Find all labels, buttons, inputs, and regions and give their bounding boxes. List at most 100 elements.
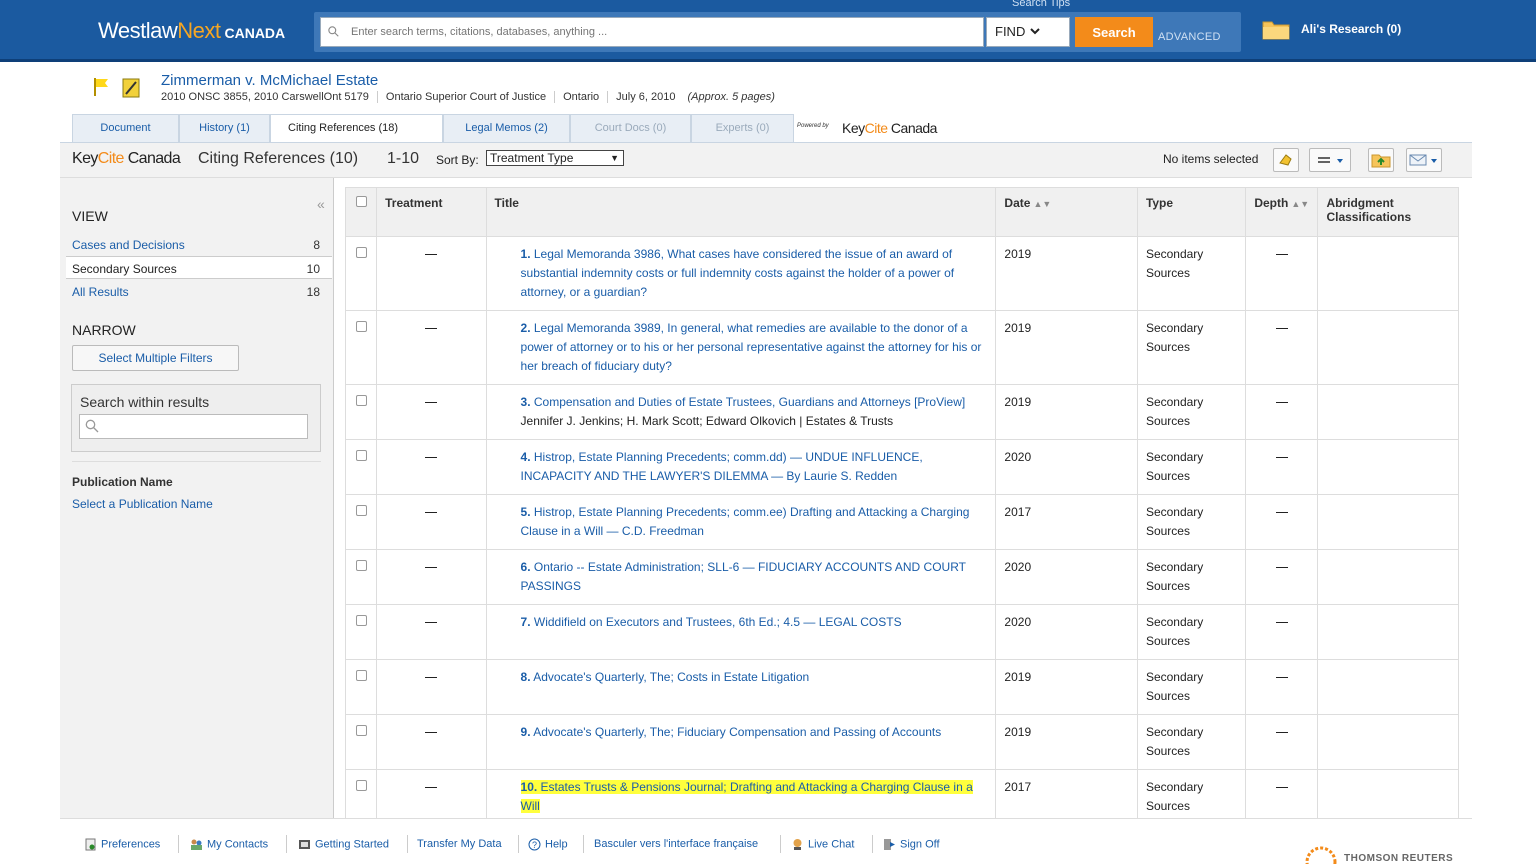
annotate-icon[interactable] [122, 77, 140, 99]
title-text: 2. Legal Memoranda 3989, In general, wha… [521, 321, 982, 373]
result-title-link[interactable]: Advocate's Quarterly, The; Fiduciary Com… [533, 725, 941, 739]
table-row: 2. Legal Memoranda 3989, In general, wha… [344, 310, 1459, 385]
sort-select[interactable]: Treatment Type ▼ [486, 150, 624, 166]
date-cell: 2019 [995, 384, 1138, 440]
row-checkbox[interactable] [355, 247, 367, 258]
result-title-link[interactable]: Estates Trusts & Pensions Journal; Draft… [521, 780, 973, 813]
row-checkbox[interactable] [355, 505, 367, 516]
row-checkbox[interactable] [355, 395, 367, 406]
no-treatment-indicator [425, 787, 438, 789]
document-title[interactable]: Zimmerman v. McMichael Estate [161, 72, 378, 89]
depth-cell [1245, 549, 1319, 605]
westlaw-logo[interactable]: WestlawNext CANADA [98, 18, 285, 44]
select-all-checkbox[interactable] [355, 196, 367, 207]
keycite-canada-logo: KeyCite Canada [842, 120, 937, 136]
footer-separator [518, 835, 519, 853]
title-text: 1. Legal Memoranda 3986, What cases have… [521, 247, 955, 299]
date-cell: 2020 [995, 439, 1138, 495]
result-title-link[interactable]: Widdifield on Executors and Trustees, 6t… [534, 615, 902, 629]
footer-french-interface[interactable]: Basculer vers l'interface française [594, 838, 758, 850]
result-number: 10. [520, 780, 538, 794]
row-checkbox[interactable] [355, 321, 367, 332]
footer-transfer-my-data[interactable]: Transfer My Data [417, 838, 502, 850]
contacts-icon [191, 839, 202, 850]
sort-icon[interactable]: ▲▼ [1033, 199, 1051, 209]
search-button[interactable]: Search [1075, 17, 1153, 47]
title-cell: 10. Estates Trusts & Pensions Journal; D… [485, 769, 997, 825]
list-options-button[interactable] [1309, 148, 1351, 172]
result-title-link[interactable]: Legal Memoranda 3986, What cases have co… [521, 247, 955, 299]
result-number: 8. [520, 670, 531, 684]
results-toolbar: KeyCite Canada Citing References (10) 1-… [60, 142, 1472, 178]
footer-live-chat[interactable]: Live Chat [791, 838, 854, 851]
result-number: 7. [520, 615, 531, 629]
result-number: 5. [520, 505, 531, 519]
sidebar-item-secondary-sources[interactable]: Secondary Sources 10 [66, 256, 332, 279]
select-publication-link[interactable]: Select a Publication Name [72, 497, 213, 511]
footer-separator [872, 835, 873, 853]
find-dropdown[interactable]: FIND [986, 17, 1070, 47]
column-depth[interactable]: Depth ▲▼ [1245, 187, 1319, 237]
tab-citing-references[interactable]: Citing References (18)▼ [270, 114, 634, 142]
research-folder-link[interactable]: Ali's Research (0) [1301, 22, 1401, 36]
title-text: 5. Histrop, Estate Planning Precedents; … [521, 505, 970, 538]
row-checkbox[interactable] [355, 780, 367, 791]
row-checkbox[interactable] [355, 725, 367, 736]
document-date: July 6, 2010 [607, 91, 684, 103]
type-cell: Secondary Sources [1136, 604, 1247, 660]
tab-legal-memos[interactable]: Legal Memos (2) [443, 114, 570, 142]
footer-preferences[interactable]: Preferences [84, 838, 160, 851]
title-text: 9. Advocate's Quarterly, The; Fiduciary … [521, 725, 942, 739]
row-checkbox[interactable] [355, 450, 367, 461]
row-checkbox[interactable] [355, 670, 367, 681]
date-cell: 2017 [995, 494, 1138, 550]
chevron-down-icon: ▼ [610, 153, 619, 163]
keycite-logo: KeyCite Canada [72, 150, 181, 167]
column-title: Title [485, 187, 997, 237]
depth-cell [1245, 384, 1319, 440]
sort-icon[interactable]: ▲▼ [1291, 199, 1309, 209]
sidebar-item-cases-and-decisions[interactable]: Cases and Decisions 8 [66, 233, 332, 256]
deliver-button[interactable] [1273, 148, 1299, 172]
no-depth-indicator [1275, 254, 1288, 256]
result-title-link[interactable]: Compensation and Duties of Estate Truste… [534, 395, 965, 409]
advanced-search-link[interactable]: ADVANCED [1158, 31, 1221, 43]
tab-history[interactable]: History (1) [179, 114, 270, 142]
column-date[interactable]: Date ▲▼ [995, 187, 1138, 237]
search-within-label: Search within results [80, 394, 210, 410]
no-treatment-indicator [425, 402, 438, 404]
footer-help[interactable]: ? Help [528, 838, 568, 851]
type-cell: Secondary Sources [1136, 236, 1247, 311]
result-title-link[interactable]: Legal Memoranda 3989, In general, what r… [521, 321, 982, 373]
sidebar-item-all-results[interactable]: All Results 18 [66, 280, 332, 303]
flag-icon[interactable] [92, 77, 110, 97]
search-tips-link[interactable]: Search Tips [1012, 0, 1070, 9]
result-number: 1. [520, 247, 531, 261]
type-cell: Secondary Sources [1136, 384, 1247, 440]
footer-sign-off[interactable]: Sign Off [883, 838, 940, 851]
result-title-link[interactable]: Ontario -- Estate Administration; SLL-6 … [521, 560, 966, 593]
treatment-cell [376, 714, 487, 770]
footer-getting-started[interactable]: Getting Started [298, 838, 389, 851]
treatment-cell [376, 236, 487, 311]
email-button[interactable] [1406, 148, 1442, 172]
folder-icon[interactable] [1262, 18, 1290, 40]
result-title-link[interactable]: Advocate's Quarterly, The; Costs in Esta… [533, 670, 809, 684]
tab-document[interactable]: Document [72, 114, 179, 142]
row-checkbox[interactable] [355, 615, 367, 626]
result-title-link[interactable]: Histrop, Estate Planning Precedents; com… [521, 505, 970, 538]
search-input[interactable] [320, 17, 984, 47]
search-within-input[interactable] [79, 414, 308, 439]
footer-my-contacts[interactable]: My Contacts [190, 838, 268, 851]
date-cell: 2019 [995, 659, 1138, 715]
email-icon [1409, 154, 1437, 166]
search-icon [85, 419, 99, 433]
row-checkbox[interactable] [355, 560, 367, 571]
save-to-folder-button[interactable] [1368, 148, 1394, 172]
depth-cell [1245, 310, 1319, 385]
result-title-link[interactable]: Histrop, Estate Planning Precedents; com… [521, 450, 923, 483]
type-cell: Secondary Sources [1136, 439, 1247, 495]
collapse-sidebar-icon[interactable]: « [317, 196, 325, 212]
select-multiple-filters-button[interactable]: Select Multiple Filters [72, 345, 239, 371]
sign-off-icon [884, 839, 895, 850]
